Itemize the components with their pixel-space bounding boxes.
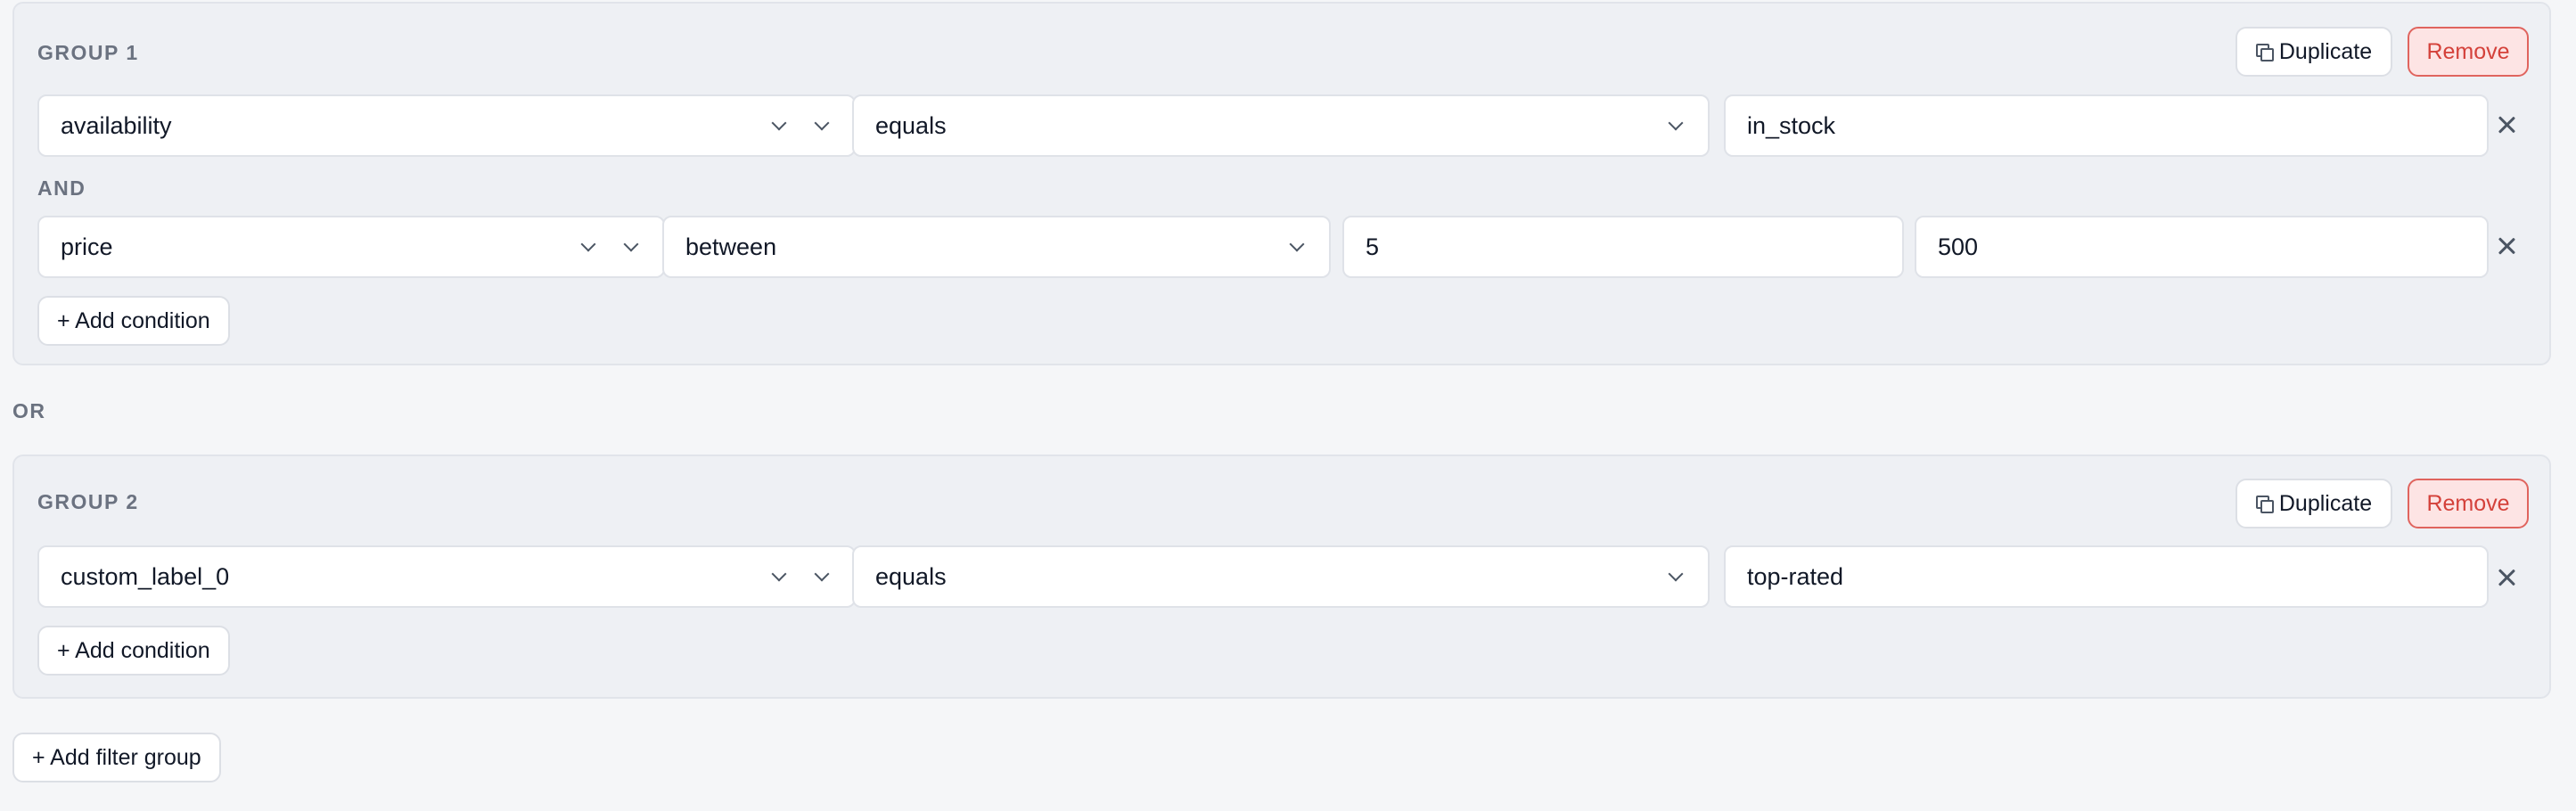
group-title: GROUP 1 <box>37 41 139 64</box>
field-select-value: custom_label_0 <box>61 562 230 590</box>
filter-group-2: GROUP 2 Duplicate Remove custom_label_0 … <box>12 455 2551 699</box>
duplicate-group-button[interactable]: Duplicate <box>2236 479 2392 528</box>
operator-select[interactable]: equals <box>852 545 1710 608</box>
value-max-input[interactable]: 500 <box>1915 216 2489 278</box>
field-select-value: price <box>61 233 113 260</box>
field-select[interactable]: availability <box>37 94 856 157</box>
duplicate-icon <box>2255 44 2274 61</box>
and-joiner-label: AND <box>37 176 86 200</box>
close-icon[interactable] <box>2494 233 2519 258</box>
add-filter-group-button[interactable]: + Add filter group <box>12 733 221 782</box>
value-input[interactable]: top-rated <box>1724 545 2489 608</box>
value-input[interactable]: in_stock <box>1724 94 2489 157</box>
duplicate-icon <box>2255 496 2274 513</box>
close-icon[interactable] <box>2494 112 2519 137</box>
add-condition-button[interactable]: + Add condition <box>37 626 230 676</box>
add-condition-button[interactable]: + Add condition <box>37 296 230 346</box>
field-select-value: availability <box>61 111 172 139</box>
remove-group-button[interactable]: Remove <box>2408 479 2529 528</box>
remove-group-button[interactable]: Remove <box>2408 27 2529 77</box>
or-joiner-label: OR <box>12 399 46 422</box>
duplicate-group-button[interactable]: Duplicate <box>2236 27 2392 77</box>
operator-select[interactable]: equals <box>852 94 1710 157</box>
close-icon[interactable] <box>2494 565 2519 590</box>
field-select[interactable]: custom_label_0 <box>37 545 856 608</box>
duplicate-label: Duplicate <box>2278 38 2373 64</box>
value-min-input[interactable]: 5 <box>1342 216 1904 278</box>
field-select[interactable]: price <box>37 216 665 278</box>
operator-select[interactable]: between <box>662 216 1331 278</box>
operator-select-value: equals <box>875 562 947 590</box>
operator-select-value: between <box>685 233 777 260</box>
operator-select-value: equals <box>875 111 947 139</box>
duplicate-label: Duplicate <box>2278 490 2373 516</box>
filter-group-1: GROUP 1 Duplicate Remove availability eq… <box>12 2 2551 365</box>
group-title: GROUP 2 <box>37 490 139 513</box>
